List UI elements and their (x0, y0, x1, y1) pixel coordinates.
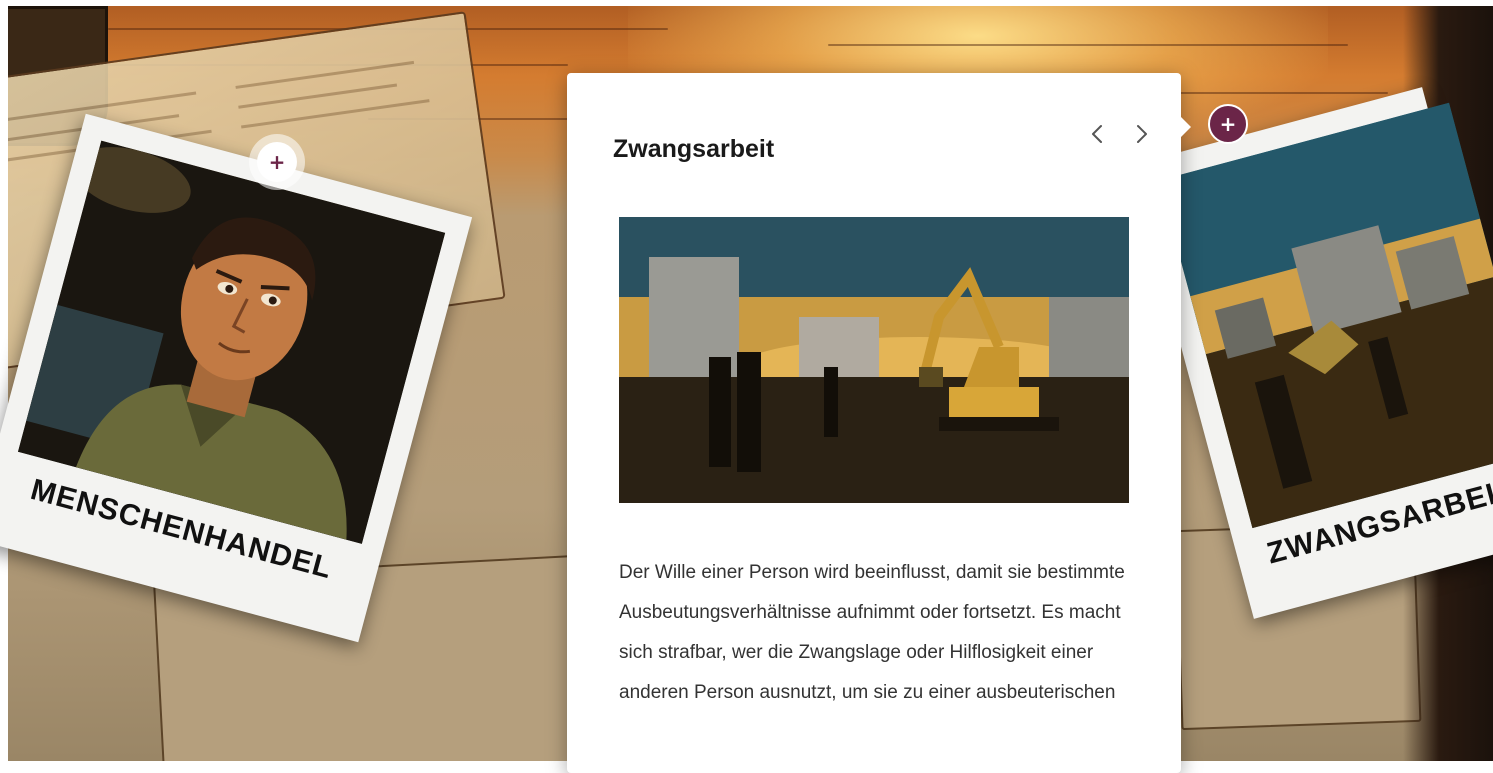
chevron-right-icon (1135, 124, 1149, 144)
next-button[interactable] (1127, 119, 1157, 149)
wood-grain-line (828, 44, 1348, 46)
construction-site-illustration (619, 217, 1129, 503)
chevron-left-icon (1090, 124, 1104, 144)
card-title: Zwangsarbeit (613, 135, 774, 164)
previous-button[interactable] (1082, 119, 1112, 149)
card-description: Der Wille einer Person wird beeinflusst,… (619, 553, 1139, 713)
plus-icon: + (269, 150, 286, 174)
add-hotspot-zwangsarbeit[interactable]: + (1208, 104, 1248, 144)
card-image (619, 217, 1129, 503)
man-portrait-illustration (18, 141, 445, 544)
info-card: Zwangsarbeit Der Wille einer (567, 73, 1181, 773)
polaroid-photo (18, 141, 445, 544)
plus-icon: + (1220, 112, 1237, 136)
add-hotspot-menschenhandel[interactable]: + (257, 142, 297, 182)
